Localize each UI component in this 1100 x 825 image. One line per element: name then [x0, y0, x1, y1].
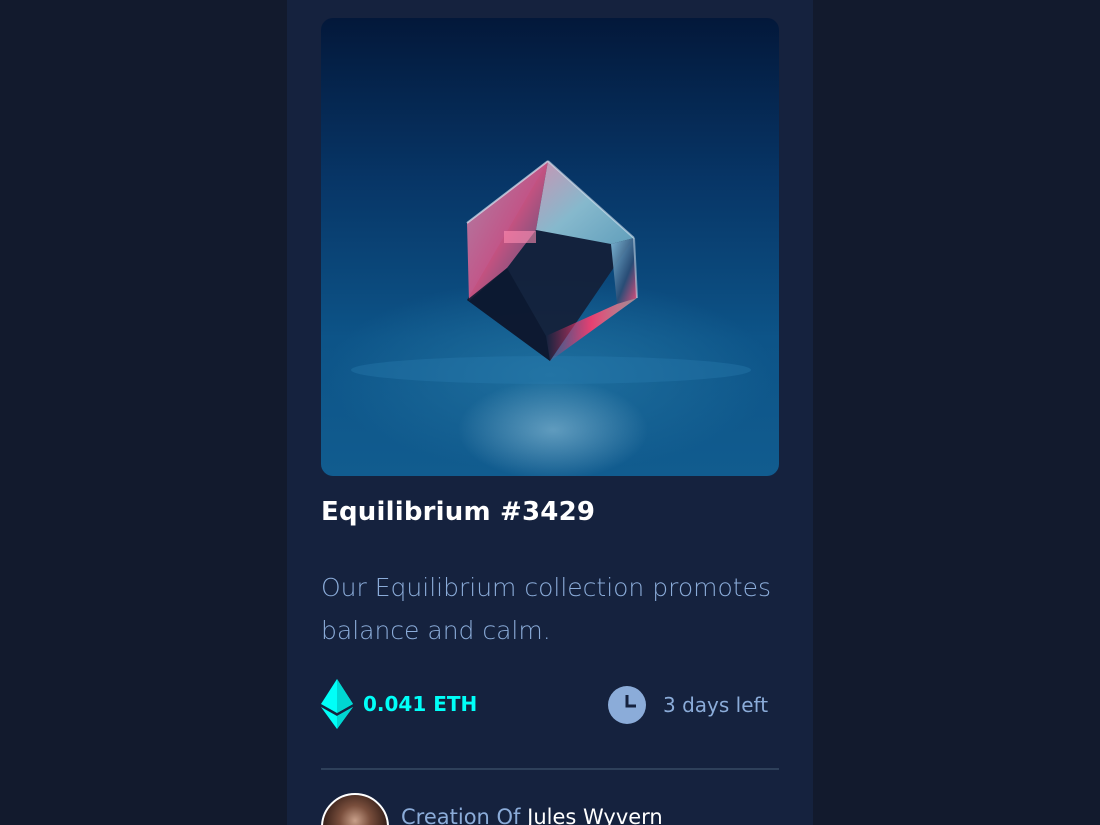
- clock-icon: [608, 686, 646, 724]
- nft-description: Our Equilibrium collection promotes bala…: [321, 573, 771, 645]
- ethereum-icon: [321, 679, 353, 729]
- time-remaining: 3 days left: [608, 686, 768, 724]
- nft-image[interactable]: [321, 18, 779, 476]
- price-info: 0.041 ETH: [321, 679, 477, 729]
- price-value: 0.041 ETH: [363, 692, 478, 716]
- creator-text: Creation Of Jules Wyvern: [401, 805, 663, 825]
- nft-preview-card: Equilibrium #3429 Our Equilibrium collec…: [287, 0, 813, 825]
- creator-name-link[interactable]: Jules Wyvern: [527, 805, 663, 825]
- nft-title[interactable]: Equilibrium #3429: [321, 497, 595, 527]
- avatar: [321, 793, 389, 825]
- creator-prefix: Creation Of: [401, 805, 528, 825]
- creator-info: Creation Of Jules Wyvern: [321, 793, 663, 825]
- divider: [321, 768, 779, 770]
- equilibrium-cube-image: [351, 160, 751, 476]
- time-left-text: 3 days left: [663, 693, 769, 717]
